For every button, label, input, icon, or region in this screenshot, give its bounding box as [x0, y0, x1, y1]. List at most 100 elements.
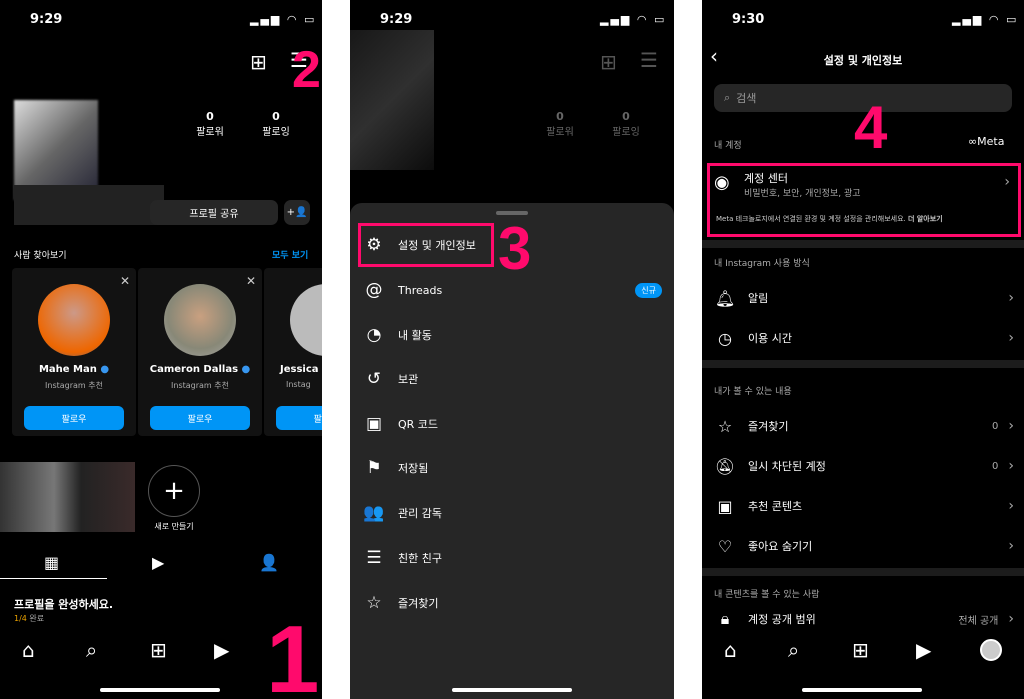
lock-icon: 🔒︎ [720, 609, 730, 628]
discover-title: 사람 찾아보기 [14, 251, 67, 261]
profile-screen: 9:29 ▂▄▆ ◠ ▭ ⊞ ☰ 2 0 팔로워 0 팔로잉 프로필 공유 +👤 사… [0, 0, 322, 699]
chevron-right-icon: › [1008, 418, 1014, 434]
status-time: 9:29 [380, 12, 413, 27]
menu-screen: 9:29 ▂▄▆ ◠ ▭ ⊞ ☰ 0 팔로워 0 팔로잉 3 ⚙ 설정 및 개인정보 … [350, 0, 674, 699]
settings-row-privacy[interactable]: 🔒︎ 계정 공개 범위 전체 공개 › [714, 608, 1014, 630]
progress-suffix: 완료 [29, 614, 45, 623]
new-highlight-button[interactable]: + [148, 465, 200, 517]
suggested-content-icon: ▣ [717, 496, 733, 516]
bookmark-icon: ⚑ [366, 458, 382, 478]
suggestion-card: ✕ Mahe Man ● Instagram 추천 팔로우 [12, 268, 136, 436]
settings-row-notifications[interactable]: 🔔︎ 알림 › [714, 278, 1014, 318]
follow-button[interactable]: 팔로우 [24, 406, 124, 430]
chevron-right-icon: › [1008, 330, 1014, 346]
heart-off-icon: ♡ [717, 536, 733, 556]
settings-row-favorites[interactable]: ☆ 즐겨찾기 0 › [714, 406, 1014, 446]
archive-icon: ↺ [366, 369, 382, 389]
add-person-icon[interactable]: +👤 [284, 200, 310, 225]
settings-row-muted[interactable]: 🔕︎ 일시 차단된 계정 0 › [714, 446, 1014, 486]
menu-hamburger-icon: ☰ [640, 48, 658, 72]
step-marker-1: 1 [266, 606, 320, 699]
settings-row-time[interactable]: ◷ 이용 시간 › [714, 318, 1014, 358]
follow-button[interactable]: 팔로우 [276, 406, 322, 430]
threads-icon: @ [365, 280, 383, 300]
status-icons: ▂▄▆ ◠ ▭ [250, 13, 317, 26]
following-stat: 0 팔로잉 [612, 110, 640, 138]
divider [702, 240, 1024, 248]
card-name: Cameron Dallas [149, 364, 239, 375]
status-icons: ▂▄▆ ◠ ▭ [952, 13, 1019, 26]
create-icon[interactable]: ⊞ [150, 638, 167, 662]
create-plus-icon: ⊞ [600, 50, 617, 74]
status-icons: ▂▄▆ ◠ ▭ [600, 13, 667, 26]
card-sub: Instagram 추천 [171, 381, 229, 390]
home-icon[interactable]: ⌂ [22, 638, 35, 662]
verified-icon: ● [241, 364, 251, 375]
share-profile-button[interactable]: 프로필 공유 [150, 200, 278, 225]
tagged-tab-icon[interactable]: 👤 [259, 553, 279, 572]
see-all-link[interactable]: 모두 보기 [272, 248, 308, 261]
search-icon: ⌕ [724, 91, 731, 104]
reels-tab-icon[interactable]: ▶ [152, 553, 164, 572]
close-friends-icon: ☰ [366, 548, 382, 568]
settings-screen: 9:30 ▂▄▆ ◠ ▭ ‹ 설정 및 개인정보 ⌕ 검색 4 내 계정 ∞Met… [702, 0, 1024, 699]
avatar[interactable] [38, 284, 110, 356]
create-icon[interactable]: ⊞ [852, 638, 869, 662]
learn-more-link[interactable]: 더 알아보기 [908, 215, 943, 223]
menu-item-supervision[interactable]: 👥 관리 감독 [362, 493, 662, 533]
divider [702, 360, 1024, 368]
pixelated-username [14, 185, 164, 225]
supervision-icon: 👥 [363, 503, 385, 523]
account-center-row[interactable]: ◉ 계정 센터 비밀번호, 보안, 개인정보, 광고 › [714, 168, 1014, 208]
menu-item-archive[interactable]: ↺ 보관 [362, 359, 662, 399]
dismiss-icon[interactable]: ✕ [120, 274, 130, 288]
clock-icon: ◷ [718, 328, 732, 348]
search-icon[interactable]: ⌕ [788, 638, 799, 662]
pixelated-highlights [0, 462, 135, 532]
followers-stat[interactable]: 0 팔로워 [190, 110, 230, 138]
bottom-nav: ⌂ ⌕ ⊞ ▶ [702, 628, 1024, 699]
page-title: 설정 및 개인정보 [823, 54, 903, 67]
avatar[interactable] [290, 284, 322, 356]
menu-item-qr[interactable]: ▣ QR 코드 [362, 404, 662, 444]
menu-item-activity[interactable]: ◔ 내 활동 [362, 315, 662, 355]
bell-off-icon: 🔕︎ [714, 456, 736, 476]
progress-count: 1/4 [14, 614, 27, 623]
status-time: 9:29 [30, 12, 63, 27]
reels-icon[interactable]: ▶ [214, 638, 229, 662]
chevron-right-icon: › [1008, 498, 1014, 514]
card-name: Mahe Man [38, 364, 97, 375]
bell-icon: 🔔︎ [714, 288, 736, 308]
following-stat[interactable]: 0 팔로잉 [256, 110, 296, 138]
menu-item-close-friends[interactable]: ☰ 친한 친구 [362, 538, 662, 578]
home-indicator [802, 688, 922, 692]
chevron-right-icon: › [1008, 458, 1014, 474]
menu-item-threads[interactable]: @ Threads 신규 [362, 270, 662, 310]
star-icon: ☆ [717, 416, 733, 436]
avatar[interactable] [164, 284, 236, 356]
new-badge: 신규 [635, 282, 662, 298]
pixelated-avatar [350, 30, 434, 170]
menu-item-settings[interactable]: ⚙ 설정 및 개인정보 [362, 225, 662, 265]
home-icon[interactable]: ⌂ [724, 638, 737, 662]
section-see: 내가 볼 수 있는 내용 [714, 387, 792, 397]
follow-button[interactable]: 팔로우 [150, 406, 250, 430]
settings-row-suggested[interactable]: ▣ 추천 콘텐츠 › [714, 486, 1014, 526]
suggestion-card: Jessica I Instag 팔로우 [264, 268, 322, 436]
dismiss-icon[interactable]: ✕ [246, 274, 256, 288]
create-plus-icon[interactable]: ⊞ [250, 50, 267, 74]
grid-tab-icon[interactable]: ▦ [44, 553, 59, 572]
reels-icon[interactable]: ▶ [916, 638, 931, 662]
section-my-account: 내 계정 [714, 141, 742, 151]
home-indicator [100, 688, 220, 692]
settings-icon: ⚙ [366, 235, 382, 255]
menu-item-favorites[interactable]: ☆ 즐겨찾기 [362, 583, 662, 623]
complete-profile-title: 프로필을 완성하세요. [14, 598, 114, 611]
followers-stat: 0 팔로워 [546, 110, 574, 138]
profile-avatar-icon[interactable] [980, 639, 1002, 661]
card-sub: Instag [286, 380, 311, 389]
settings-row-hide-likes[interactable]: ♡ 좋아요 숨기기 › [714, 526, 1014, 566]
menu-item-saved[interactable]: ⚑ 저장됨 [362, 448, 662, 488]
search-icon[interactable]: ⌕ [86, 638, 97, 662]
new-highlight-label: 새로 만들기 [154, 522, 194, 531]
